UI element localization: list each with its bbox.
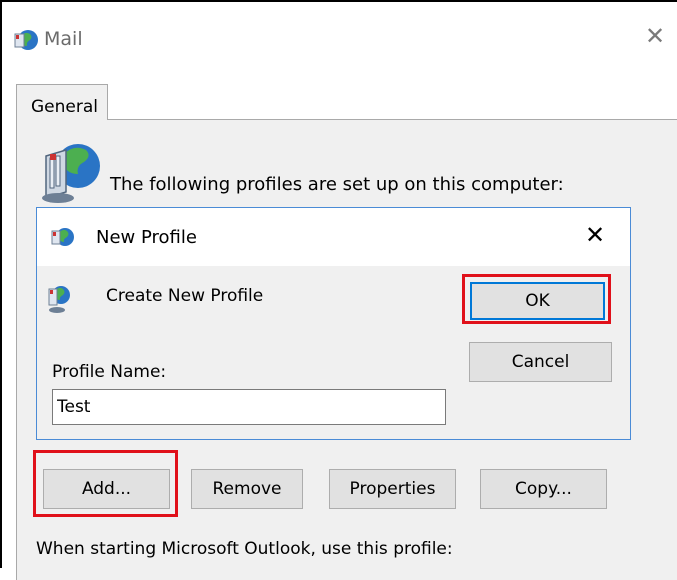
tab-general[interactable]: General	[16, 84, 108, 120]
add-button[interactable]: Add...	[43, 469, 170, 509]
copy-button[interactable]: Copy...	[480, 469, 607, 509]
remove-button[interactable]: Remove	[191, 469, 303, 509]
properties-button[interactable]: Properties	[329, 469, 456, 509]
profiles-description: The following profiles are set up on thi…	[110, 174, 564, 195]
create-new-profile-label: Create New Profile	[106, 286, 264, 306]
mail-app-icon	[14, 30, 38, 50]
startup-profile-text: When starting Microsoft Outlook, use thi…	[36, 539, 453, 559]
mail-globe-large-icon	[42, 144, 100, 203]
dialog-close-icon[interactable]: ✕	[585, 223, 605, 247]
close-icon[interactable]: ✕	[645, 24, 665, 48]
window-title: Mail	[44, 28, 83, 50]
profile-name-input[interactable]	[52, 389, 446, 425]
mail-globe-icon	[51, 228, 74, 246]
ok-button[interactable]: OK	[470, 282, 605, 320]
dialog-title: New Profile	[96, 227, 197, 248]
profile-name-label: Profile Name:	[52, 362, 167, 382]
mail-globe-small-icon	[48, 286, 70, 313]
cancel-button[interactable]: Cancel	[469, 342, 612, 382]
